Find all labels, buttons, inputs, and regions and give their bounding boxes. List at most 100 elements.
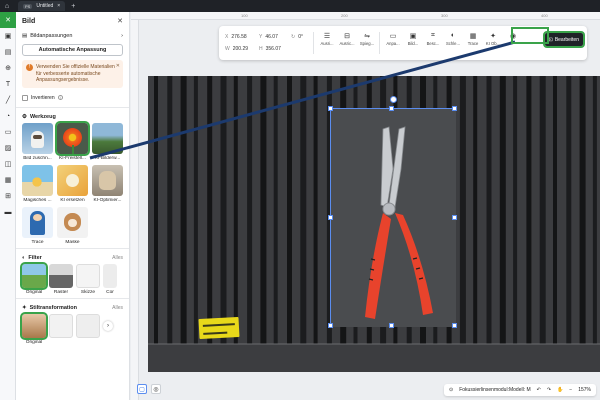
- scroll-right-button[interactable]: ›: [103, 320, 113, 331]
- text-icon[interactable]: T: [0, 76, 16, 92]
- y-field[interactable]: Y 46.07: [259, 34, 278, 40]
- info-icon[interactable]: i: [57, 95, 63, 100]
- grid-toggle-icon[interactable]: ▢: [137, 384, 147, 394]
- close-icon[interactable]: ✕: [117, 17, 123, 25]
- home-icon[interactable]: ⌂: [0, 0, 14, 12]
- canvas-area[interactable]: 100 200 300 400 X 276.58 Y 46.07 W 200.2…: [131, 12, 600, 400]
- layers-icon[interactable]: ▤: [0, 44, 16, 60]
- style-item[interactable]: [49, 313, 73, 345]
- bed-slat: [486, 76, 492, 344]
- bed-slat: [592, 76, 597, 344]
- resize-handle[interactable]: [328, 215, 333, 220]
- ruler-tick: 100: [241, 13, 248, 18]
- canvas-footer: ▢ ◎ ⊙ Fokussierlinsenmodul:Modell: M ↶ ↷…: [131, 380, 600, 400]
- target-button[interactable]: ◉: [503, 32, 523, 41]
- frame-icon[interactable]: ▭: [0, 124, 16, 140]
- tool-label: KI-Bilderw...: [94, 155, 121, 161]
- filter-item[interactable]: Raster: [49, 263, 73, 295]
- ruler-left: [131, 20, 139, 400]
- resize-handle[interactable]: [452, 106, 457, 111]
- tool-expand[interactable]: KI-Bilderw...: [92, 122, 123, 161]
- invert-row[interactable]: Invertieren i: [16, 92, 129, 104]
- tool-replace[interactable]: KI ersetzen: [57, 164, 88, 203]
- y-value: 46.07: [265, 34, 278, 40]
- distribute-button[interactable]: ⊟ Ausric...: [337, 32, 357, 46]
- resize-handle[interactable]: [389, 106, 394, 111]
- tool-enhance[interactable]: KI-Optimier...: [92, 164, 123, 203]
- auto-adjust-button[interactable]: Automatische Anpassung: [22, 44, 123, 56]
- close-tab-icon[interactable]: ×: [57, 3, 60, 9]
- filter-more-link[interactable]: Alles: [112, 255, 123, 261]
- style-more-link[interactable]: Alles: [112, 305, 123, 311]
- ai-object-button[interactable]: ✦ KI Ob...: [483, 32, 503, 46]
- hand-icon[interactable]: ✋: [557, 387, 563, 393]
- style-item[interactable]: Original: [20, 311, 48, 345]
- camera-icon[interactable]: ◎: [151, 384, 161, 394]
- adjust-button[interactable]: ▭ Anpa...: [383, 32, 403, 46]
- mirror-button[interactable]: ⇋ Spieg...: [357, 32, 377, 46]
- warning-close-icon[interactable]: ✕: [116, 63, 120, 70]
- new-tab-icon[interactable]: +: [71, 3, 75, 10]
- divider: [16, 106, 129, 108]
- adjust-row[interactable]: ▤ Bildanpassungen ›: [16, 30, 129, 42]
- selected-image[interactable]: [328, 106, 457, 328]
- bed-slat: [260, 76, 267, 344]
- rotation-field[interactable]: ↻ 0°: [291, 34, 303, 40]
- distribute-label: Ausric...: [339, 41, 355, 46]
- tool-label: Bild zuschn...: [23, 155, 52, 161]
- module-label[interactable]: Fokussierlinsenmodul:Modell: M: [459, 387, 530, 393]
- crop-icon: ⌗: [431, 32, 435, 39]
- filter-item[interactable]: Cor: [103, 263, 117, 295]
- resize-handle[interactable]: [328, 106, 333, 111]
- photo-icon[interactable]: ◫: [0, 156, 16, 172]
- adjust-label-wrap: ▤ Bildanpassungen: [22, 33, 72, 39]
- apps-icon[interactable]: ⊞: [0, 188, 16, 204]
- image-button[interactable]: ▣ Bild...: [403, 32, 423, 46]
- trace-button[interactable]: ▦ Trace: [463, 32, 483, 46]
- align-button[interactable]: ☰ Ausri...: [317, 32, 337, 46]
- add-icon[interactable]: ⊕: [0, 60, 16, 76]
- tool-cutout[interactable]: KI-Freistell...: [55, 120, 90, 161]
- resize-handle[interactable]: [452, 215, 457, 220]
- align-label: Ausri...: [320, 41, 334, 46]
- image-panel: Bild ✕ ▤ Bildanpassungen › Automatische …: [16, 12, 130, 400]
- resize-handle[interactable]: [328, 323, 333, 328]
- bed-slat: [513, 76, 518, 344]
- rotate-handle[interactable]: [390, 96, 397, 103]
- tool-mask[interactable]: Maske: [57, 206, 88, 245]
- h-field[interactable]: H 356.07: [259, 46, 281, 52]
- edit-button[interactable]: ⊡ Bearbeiten: [542, 31, 586, 48]
- w-field[interactable]: W 200.29: [225, 46, 248, 52]
- style-title: Stiltransformation: [29, 304, 77, 311]
- zoom-out-icon[interactable]: −: [569, 387, 572, 393]
- shapes-icon[interactable]: ◔: [0, 108, 16, 124]
- save-icon[interactable]: ▣: [0, 28, 16, 44]
- filter-item[interactable]: Original: [20, 261, 48, 295]
- document-tab[interactable]: PS Untitled ×: [18, 1, 66, 11]
- line-icon[interactable]: ╱: [0, 92, 16, 108]
- style-item[interactable]: [76, 313, 100, 345]
- resize-handle[interactable]: [452, 323, 457, 328]
- image-icon[interactable]: ▨: [0, 140, 16, 156]
- filter-item[interactable]: Skizze: [76, 263, 100, 295]
- invert-label: Invertieren: [31, 94, 55, 101]
- crop-button[interactable]: ⌗ Besc...: [423, 32, 443, 46]
- view-controls: ▢ ◎: [137, 384, 161, 394]
- logo-icon[interactable]: ✕: [0, 12, 16, 28]
- invert-checkbox[interactable]: [22, 94, 28, 101]
- redo-icon[interactable]: ↷: [547, 387, 551, 393]
- ai-label: KI Ob...: [485, 41, 501, 46]
- tool-crop[interactable]: Bild zuschn...: [22, 122, 53, 161]
- image-icon: ▣: [409, 33, 417, 40]
- zoom-level[interactable]: 157%: [578, 387, 591, 393]
- x-field[interactable]: X 276.58: [225, 34, 247, 40]
- tool-magic[interactable]: Magisches ...: [22, 164, 53, 203]
- tool-trace[interactable]: Trace: [22, 206, 53, 245]
- folder-icon[interactable]: ▬: [0, 204, 16, 220]
- bed-slat: [193, 76, 198, 344]
- veil-button[interactable]: ◐ Schle...: [443, 32, 463, 46]
- qr-icon[interactable]: ▦: [0, 172, 16, 188]
- undo-icon[interactable]: ↶: [537, 387, 541, 393]
- style-label: Original: [25, 339, 43, 345]
- resize-handle[interactable]: [389, 323, 394, 328]
